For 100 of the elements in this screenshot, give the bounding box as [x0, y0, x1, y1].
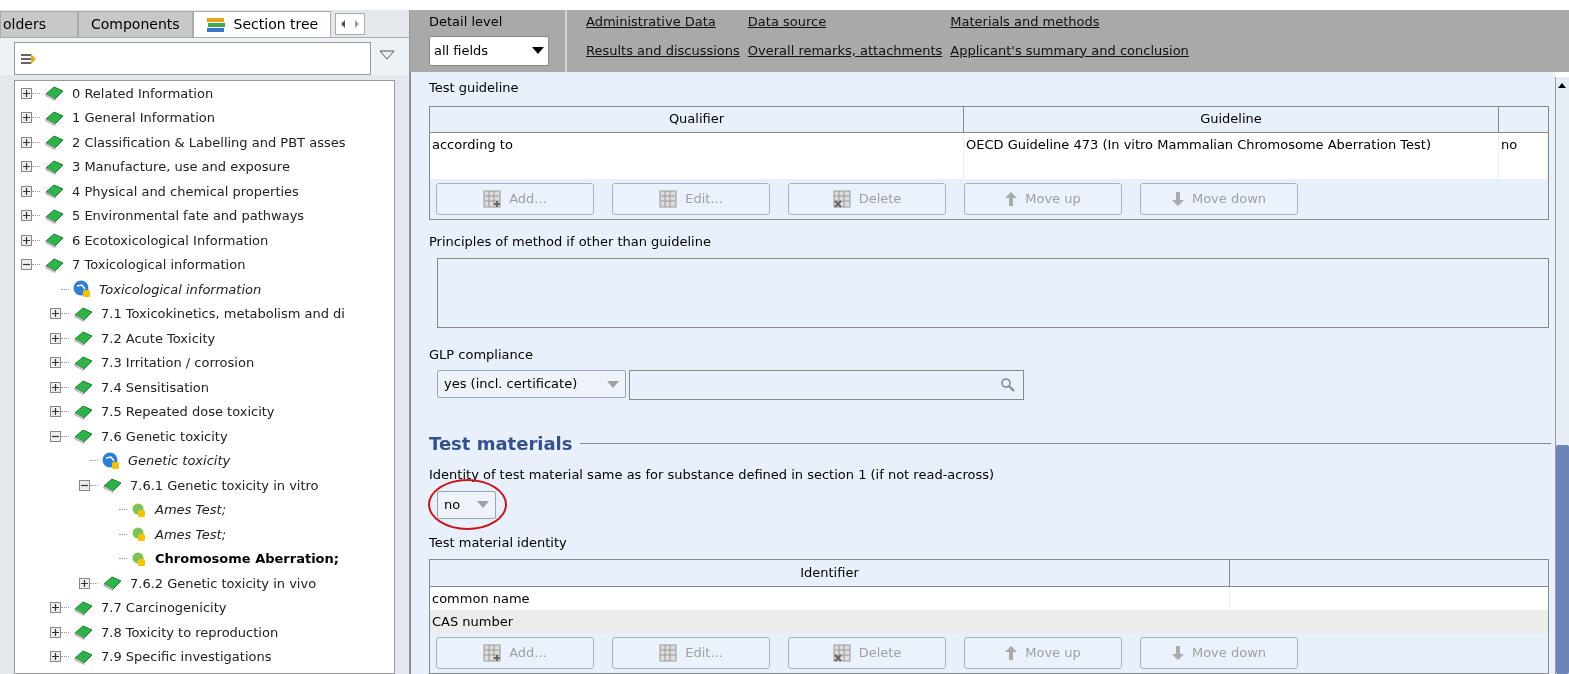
scrollbar[interactable] — [1555, 77, 1569, 674]
table-cell: OECD Guideline 473 (In vitro Mammalian Chromosome Aberration Test) — [964, 132, 1499, 179]
books-icon — [205, 15, 226, 34]
tree-item[interactable]: 7.3 Irritation / corrosion — [101, 353, 255, 373]
book-icon — [44, 85, 64, 102]
tree-item[interactable]: 5 Environmental fate and pathways — [72, 206, 305, 226]
plus-icon — [52, 408, 59, 416]
plus-icon — [23, 212, 30, 220]
section-link[interactable]: Materials and methods — [950, 12, 1189, 32]
expander-toggle[interactable] — [21, 136, 32, 148]
book-icon — [44, 256, 64, 273]
tree-item[interactable]: 7.6.1 Genetic toxicity in vitro — [130, 475, 319, 495]
plus-icon — [52, 383, 59, 391]
expander-toggle[interactable] — [50, 332, 61, 344]
caret-icon — [532, 47, 544, 54]
tab-scroll-buttons[interactable] — [335, 13, 366, 35]
book-icon — [44, 232, 64, 249]
record-icon — [131, 501, 147, 518]
text-area[interactable] — [437, 258, 1549, 328]
expander-toggle[interactable] — [21, 185, 32, 197]
expander-toggle[interactable] — [21, 210, 32, 222]
expander-toggle[interactable] — [50, 406, 61, 418]
section-link[interactable]: Administrative Data — [586, 12, 740, 32]
globe-icon — [102, 451, 120, 470]
tree-item[interactable]: Toxicological information — [99, 279, 262, 299]
tree-item[interactable]: 7.9 Specific investigations — [101, 647, 272, 667]
tree-item[interactable]: 7.5 Repeated dose toxicity — [101, 402, 275, 422]
table-add-icon — [483, 189, 502, 208]
tree-item[interactable]: Ames Test; — [155, 500, 227, 520]
section-link[interactable]: Data source — [747, 12, 943, 32]
tree-item[interactable]: 7.4 Sensitisation — [101, 377, 210, 397]
tree-item[interactable]: 3 Manufacture, use and exposure — [72, 157, 290, 177]
tree-item[interactable]: 7.8 Toxicity to reproduction — [101, 622, 279, 642]
scrollbar-thumb[interactable] — [1556, 445, 1569, 674]
expander-toggle[interactable] — [21, 112, 32, 124]
expander-toggle[interactable] — [21, 87, 32, 99]
section-link[interactable]: Overall remarks, attachments — [747, 40, 943, 60]
tree-item[interactable]: 6 Ecotoxicological Information — [72, 230, 269, 250]
book-icon — [73, 354, 93, 371]
table-add-icon — [483, 644, 502, 662]
plus-icon — [52, 628, 59, 636]
table-delete-icon — [832, 189, 851, 208]
tree-item[interactable]: 7.6 Genetic toxicity — [101, 426, 228, 446]
expander-toggle[interactable] — [79, 479, 90, 491]
tree-item[interactable]: 1 General Information — [72, 108, 216, 128]
expander-toggle[interactable] — [50, 308, 61, 320]
book-icon — [73, 330, 93, 347]
tree-item[interactable]: 7.6.2 Genetic toxicity in vivo — [130, 573, 317, 593]
tree-item[interactable]: Genetic toxicity — [128, 451, 231, 471]
detail-level-select[interactable]: all fields — [429, 35, 549, 66]
expander-toggle[interactable] — [21, 161, 32, 173]
expander-toggle[interactable] — [50, 430, 61, 442]
tree-item[interactable]: 2 Classification & Labelling and PBT asses — [72, 132, 346, 152]
plus-icon — [23, 163, 30, 171]
panel-tab[interactable]: olders — [0, 11, 78, 37]
tree-item[interactable]: 0 Related Information — [72, 83, 214, 103]
book-icon — [73, 599, 93, 616]
panel-tab[interactable]: Components — [78, 11, 193, 37]
arrow-up-icon — [1005, 646, 1018, 660]
tree-item[interactable]: 7.2 Acute Toxicity — [101, 328, 216, 348]
search-icon — [1001, 378, 1015, 392]
tree-item[interactable]: 7.7 Carcinogenicity — [101, 598, 227, 618]
expander-toggle[interactable] — [50, 381, 61, 393]
plus-icon — [23, 114, 30, 122]
expander-toggle[interactable] — [79, 577, 90, 589]
book-icon — [73, 403, 93, 420]
book-icon — [73, 305, 93, 322]
filter-field[interactable] — [14, 42, 371, 75]
book-icon — [44, 183, 64, 200]
panel-tab[interactable]: Section tree — [192, 11, 332, 37]
expander-toggle[interactable] — [21, 259, 32, 271]
globe-icon — [73, 280, 91, 299]
section-link[interactable]: Results and discussions — [586, 40, 740, 60]
tree-item[interactable]: 7 Toxicological information — [72, 255, 246, 275]
identity-select[interactable]: no — [437, 490, 496, 519]
caret-icon — [607, 380, 619, 388]
column-header: Qualifier — [430, 106, 964, 132]
book-icon — [102, 477, 122, 494]
table-icon — [659, 189, 678, 208]
expander-toggle[interactable] — [50, 602, 61, 614]
section-link[interactable]: Applicant's summary and conclusion — [950, 40, 1189, 60]
book-icon — [44, 134, 64, 151]
arrow-up-icon — [1005, 191, 1018, 206]
expander-toggle[interactable] — [50, 357, 61, 369]
expander-toggle[interactable] — [50, 626, 61, 638]
tree-item[interactable]: Ames Test; — [155, 524, 227, 544]
tree-item[interactable]: 4 Physical and chemical properties — [72, 181, 299, 201]
table-icon — [659, 644, 678, 662]
expander-toggle[interactable] — [50, 651, 61, 663]
tree-item[interactable]: Chromosome Aberration; — [155, 549, 339, 569]
plus-icon — [23, 138, 30, 146]
glp-select[interactable]: yes (incl. certificate) — [437, 370, 626, 398]
plus-icon — [23, 187, 30, 195]
expander-toggle[interactable] — [21, 234, 32, 246]
detail-level-label: Detail level — [429, 13, 504, 31]
tree-item[interactable]: 7.1 Toxicokinetics, metabolism and di — [101, 304, 345, 324]
field-label: Test material identity — [429, 533, 568, 552]
search-field[interactable] — [629, 370, 1024, 400]
book-icon — [73, 379, 93, 396]
record-icon — [131, 526, 147, 543]
